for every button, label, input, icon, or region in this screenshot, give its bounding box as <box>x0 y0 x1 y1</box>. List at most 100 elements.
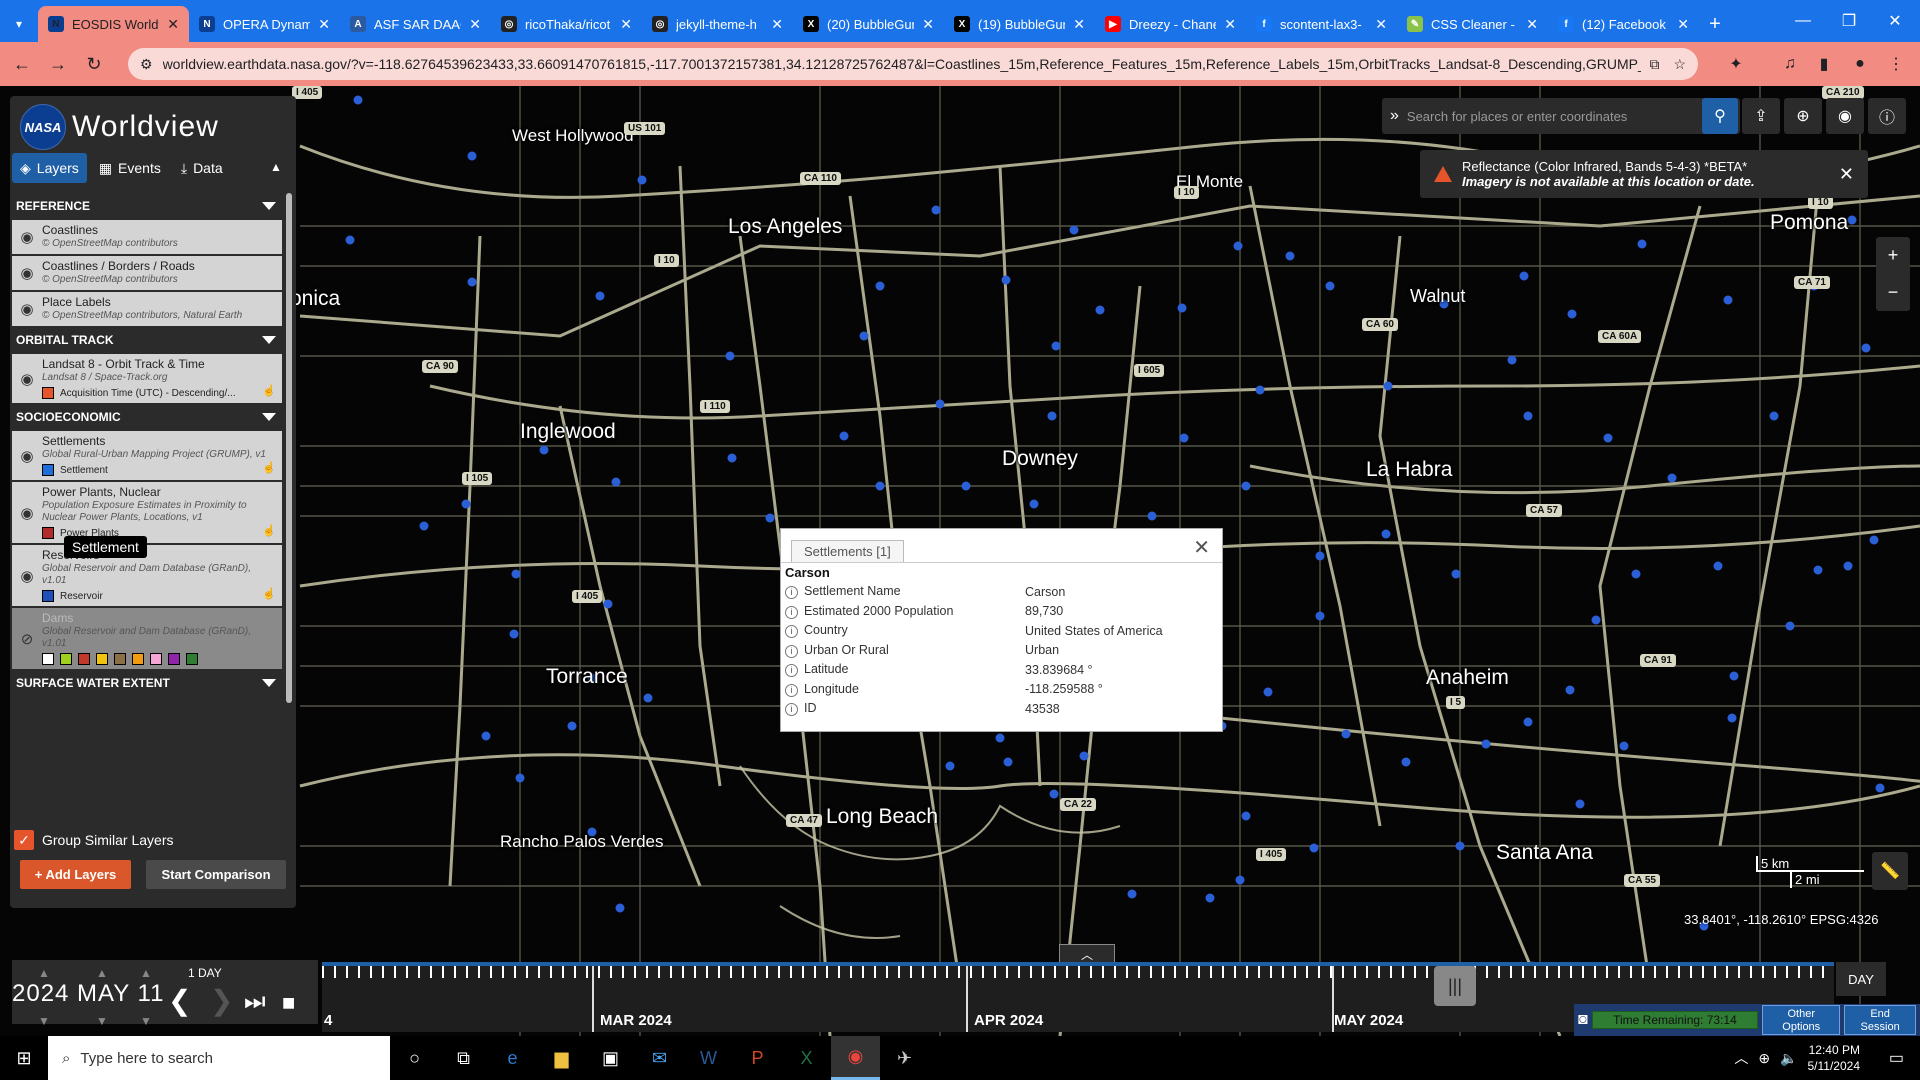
settlement-point[interactable] <box>1785 621 1795 631</box>
projection-globe-icon[interactable]: ⊕ <box>1784 98 1822 134</box>
close-tab-icon[interactable]: ✕ <box>922 16 934 33</box>
settlement-point[interactable] <box>1381 529 1391 539</box>
settlement-point[interactable] <box>1079 751 1089 761</box>
zoom-out-button[interactable]: − <box>1888 282 1899 303</box>
eye-icon[interactable]: ◉ <box>12 354 42 403</box>
checkbox-checked-icon[interactable]: ✓ <box>14 830 34 850</box>
settlement-point[interactable] <box>945 761 955 771</box>
browser-tab[interactable]: N EOSDIS Worldview ✕ <box>38 6 189 42</box>
info-icon[interactable]: i <box>785 664 798 678</box>
profile-avatar[interactable]: ● <box>1846 50 1874 78</box>
settlement-point[interactable] <box>1325 281 1335 291</box>
close-tab-icon[interactable]: ✕ <box>1224 16 1236 33</box>
settlement-point[interactable] <box>509 629 519 639</box>
current-date[interactable]: 2024 MAY 11 <box>12 980 164 1008</box>
settlement-point[interactable] <box>1029 499 1039 509</box>
settlement-point[interactable] <box>1567 309 1577 319</box>
settlement-point[interactable] <box>1451 569 1461 579</box>
skip-to-latest-icon[interactable]: ⏭ <box>244 988 266 1016</box>
month-up-arrow[interactable]: ▲ <box>96 966 108 980</box>
volume-icon[interactable]: 🔈 <box>1780 1050 1797 1067</box>
settlement-point[interactable] <box>461 499 471 509</box>
settlement-point[interactable] <box>1315 611 1325 621</box>
settlement-point[interactable] <box>1591 615 1601 625</box>
side-panel-icon[interactable]: ▮ <box>1810 50 1838 78</box>
info-icon[interactable]: i <box>785 605 798 619</box>
settlement-point[interactable] <box>1001 275 1011 285</box>
chrome-icon[interactable]: ◉ <box>831 1036 880 1080</box>
worldview-logo[interactable]: NASA Worldview <box>20 104 219 150</box>
browser-tab[interactable]: A ASF SAR DAAC ✕ <box>340 6 491 42</box>
settlement-point[interactable] <box>345 235 355 245</box>
collapse-sidebar-icon[interactable]: ▲ <box>270 160 282 174</box>
settlement-point[interactable] <box>1455 841 1465 851</box>
chevron-down-icon[interactable] <box>262 202 276 210</box>
settlement-point[interactable] <box>1051 341 1061 351</box>
settlement-point[interactable] <box>935 399 945 409</box>
next-day-icon[interactable]: ❯ <box>210 984 233 1017</box>
settlement-point[interactable] <box>961 481 971 491</box>
mail-icon[interactable]: ✉ <box>635 1036 684 1080</box>
timeline-zoom-level[interactable]: DAY <box>1836 962 1886 996</box>
settlement-point[interactable] <box>1847 215 1857 225</box>
eye-icon[interactable]: ◉ <box>12 431 42 480</box>
browser-tab[interactable]: f (12) Facebook ✕ <box>1548 6 1699 42</box>
settlement-point[interactable] <box>611 477 621 487</box>
layer-item[interactable]: ◉☝ReservoirsGlobal Reservoir and Dam Dat… <box>12 545 282 606</box>
animation-camera-icon[interactable]: ■ <box>282 990 295 1016</box>
extensions-icon[interactable]: ✦ <box>1722 50 1750 78</box>
address-bar[interactable]: ⚙ worldview.earthdata.nasa.gov/?v=-118.6… <box>128 48 1698 80</box>
settlement-point[interactable] <box>1401 757 1411 767</box>
close-tab-icon[interactable]: ✕ <box>1073 16 1085 33</box>
browser-tab[interactable]: N OPERA Dynamic ✕ <box>189 6 340 42</box>
info-icon[interactable]: i <box>785 683 798 697</box>
new-tab-button[interactable]: + <box>1699 6 1731 42</box>
settlement-point[interactable] <box>1861 343 1871 353</box>
settlement-point[interactable] <box>725 351 735 361</box>
day-up-arrow[interactable]: ▲ <box>140 966 152 980</box>
browser-tab[interactable]: ✎ CSS Cleaner - F ✕ <box>1397 6 1548 42</box>
eye-icon[interactable]: ◉ <box>12 220 42 254</box>
settlement-point[interactable] <box>515 773 525 783</box>
coordinates-readout[interactable]: 33.8401°, -118.2610° EPSG:4326 <box>1684 912 1878 927</box>
settlement-point[interactable] <box>643 693 653 703</box>
chevron-down-icon[interactable] <box>262 413 276 421</box>
settlement-point[interactable] <box>1127 889 1137 899</box>
bookmark-star-icon[interactable]: ☆ <box>1673 56 1686 73</box>
settlement-point[interactable] <box>1875 783 1885 793</box>
layer-options-icon[interactable]: ☝ <box>262 461 276 474</box>
browser-tab[interactable]: X (19) BubbleGur ✕ <box>944 6 1095 42</box>
powerpoint-icon[interactable]: P <box>733 1036 782 1080</box>
settlement-point[interactable] <box>467 151 477 161</box>
settlement-point[interactable] <box>1813 565 1823 575</box>
settlement-point[interactable] <box>1769 411 1779 421</box>
settlement-point[interactable] <box>1095 305 1105 315</box>
settlement-point[interactable] <box>1241 481 1251 491</box>
layer-options-icon[interactable]: ☝ <box>262 524 276 537</box>
forward-button[interactable]: → <box>40 54 76 75</box>
settlement-point[interactable] <box>567 721 577 731</box>
eye-icon[interactable]: ◉ <box>12 482 42 543</box>
settlement-point[interactable] <box>1205 893 1215 903</box>
layer-item[interactable]: ◉ Place Labels © OpenStreetMap contributor… <box>12 292 282 326</box>
eye-icon[interactable]: ◉ <box>12 545 42 606</box>
other-options-button[interactable]: Other Options <box>1762 1005 1841 1035</box>
location-search[interactable]: » Search for places or enter coordinates… <box>1382 98 1740 134</box>
info-icon[interactable]: i <box>785 644 798 658</box>
chevron-down-icon[interactable] <box>262 336 276 344</box>
layer-category-header[interactable]: REFERENCE <box>12 194 282 218</box>
eye-icon[interactable]: ◉ <box>12 256 42 290</box>
settlement-point[interactable] <box>481 731 491 741</box>
install-app-icon[interactable]: ⧉ <box>1649 56 1659 73</box>
layer-options-icon[interactable]: ☝ <box>262 384 276 397</box>
settlement-point[interactable] <box>1233 241 1243 251</box>
timeline-date-thumb[interactable]: ||| <box>1434 966 1476 1006</box>
settlement-point[interactable] <box>1481 739 1491 749</box>
share-icon[interactable]: ⇪ <box>1742 98 1780 134</box>
tab-events[interactable]: ▦ Events <box>91 153 169 183</box>
close-tab-icon[interactable]: ✕ <box>167 16 179 33</box>
settlement-point[interactable] <box>1631 569 1641 579</box>
eye-hidden-icon[interactable]: ⊘ <box>12 608 42 669</box>
previous-day-icon[interactable]: ❮ <box>168 984 191 1017</box>
settlement-point[interactable] <box>467 277 477 287</box>
